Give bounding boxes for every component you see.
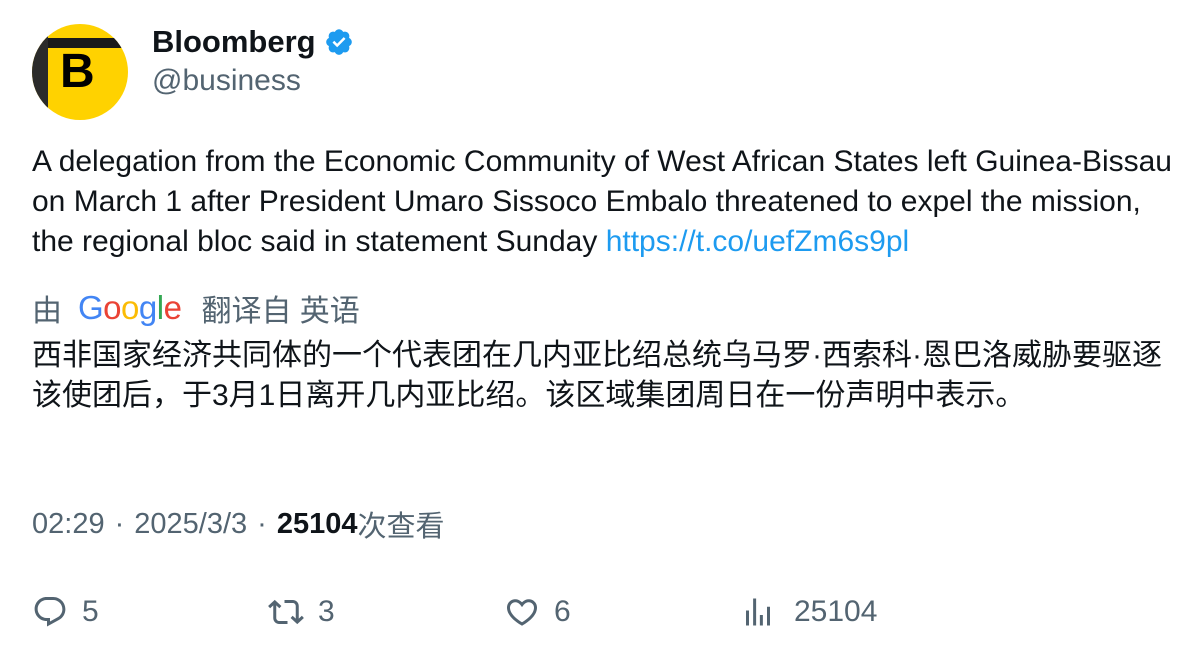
meta-separator: ·	[257, 507, 267, 540]
author-handle[interactable]: @business	[152, 64, 301, 98]
tweet-date[interactable]: 2025/3/3	[134, 508, 247, 541]
retweet-icon	[268, 599, 304, 625]
views-button[interactable]: 25104	[740, 590, 877, 634]
avatar-letter: B	[60, 45, 95, 98]
like-button[interactable]: 6	[504, 590, 571, 634]
like-count: 6	[554, 595, 571, 628]
tweet-link[interactable]: https://t.co/uefZm6s9pl	[606, 225, 909, 258]
avatar[interactable]: B	[32, 24, 128, 120]
reply-icon	[34, 597, 66, 627]
tweet-time[interactable]: 02:29	[32, 508, 105, 541]
views-count: 25104	[794, 595, 878, 628]
tweet-body: A delegation from the Economic Community…	[32, 145, 1172, 258]
translated-text: 西非国家经济共同体的一个代表团在几内亚比绍总统乌马罗·西索科·恩巴洛威胁要驱逐该…	[32, 339, 1162, 412]
translation-source-label[interactable]: 翻译自 英语	[201, 286, 359, 330]
retweet-button[interactable]: 3	[268, 590, 335, 634]
reply-count: 5	[82, 595, 99, 628]
meta-separator: ·	[114, 507, 125, 540]
views-chart-icon	[746, 598, 770, 626]
reply-button[interactable]: 5	[32, 590, 99, 634]
view-count-label: 次查看	[357, 511, 445, 543]
author-display-name[interactable]: Bloomberg	[152, 24, 316, 60]
retweet-count: 3	[318, 595, 335, 628]
google-logo: Google	[78, 289, 182, 326]
author-name-row: Bloomberg	[152, 22, 354, 62]
tweet-card: B Bloomberg @business A delegation from …	[0, 0, 1196, 658]
view-count: 25104	[276, 507, 358, 540]
avatar-shade	[32, 24, 48, 120]
translation-by-label: 由	[32, 295, 62, 328]
heart-icon	[506, 599, 538, 626]
tweet-meta: 02:29 · 2025/3/3 · 25104 次查看	[32, 504, 444, 544]
verified-badge-icon	[324, 27, 354, 57]
translation-header: 由 Google 翻译自 英语	[32, 288, 360, 328]
tweet-text: A delegation from the Economic Community…	[32, 142, 1172, 262]
